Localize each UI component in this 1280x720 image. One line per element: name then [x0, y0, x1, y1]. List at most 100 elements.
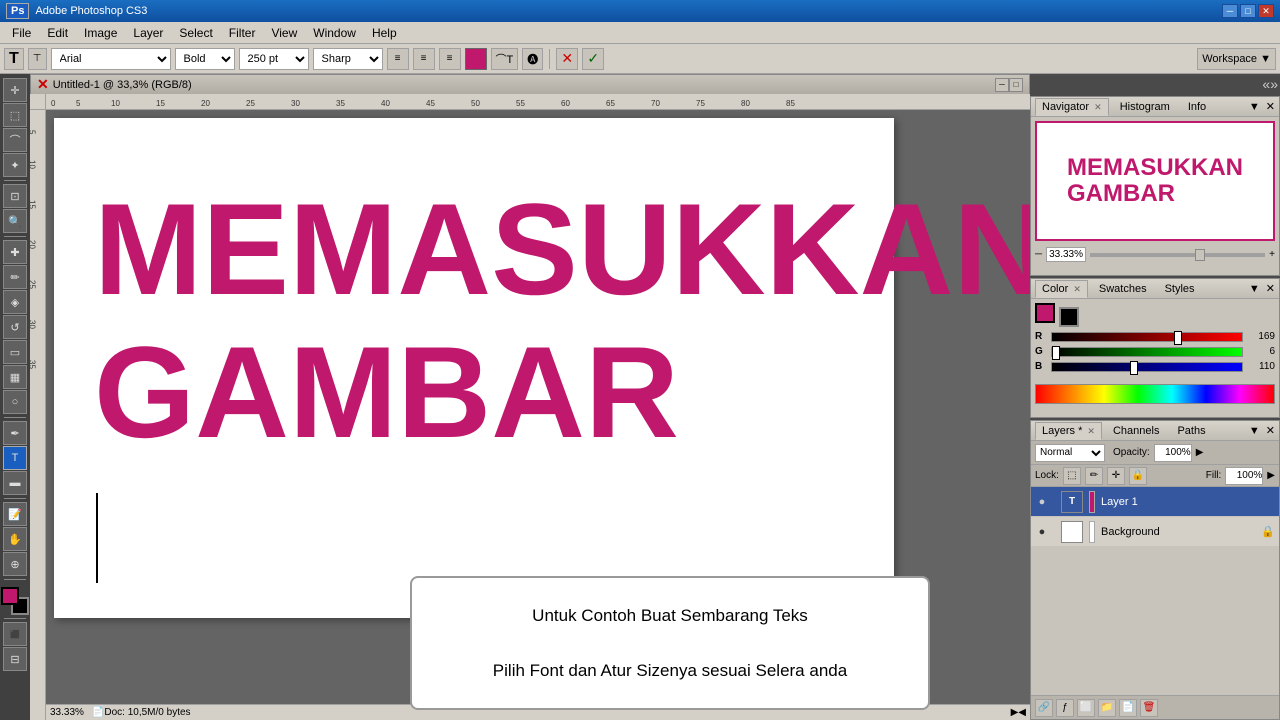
eyedropper-tool[interactable]: 🔍: [3, 209, 27, 233]
doc-close-icon[interactable]: ✕: [37, 76, 49, 93]
lock-transparent-button[interactable]: ⬚: [1063, 467, 1081, 485]
clone-stamp-tool[interactable]: ◈: [3, 290, 27, 314]
canvas-text[interactable]: MEMASUKKAN GAMBAR: [94, 178, 1030, 464]
lock-all-button[interactable]: 🔒: [1129, 467, 1147, 485]
blend-mode-select[interactable]: Normal: [1035, 444, 1105, 462]
zoom-value[interactable]: 33.33%: [1046, 247, 1086, 262]
layer-row-layer1[interactable]: ● T Layer 1: [1031, 487, 1279, 517]
text-tool[interactable]: T: [3, 446, 27, 470]
background-visibility-icon[interactable]: ●: [1035, 525, 1049, 539]
text-color-swatch[interactable]: [465, 48, 487, 70]
menu-view[interactable]: View: [263, 24, 305, 42]
lasso-tool[interactable]: ⌒: [3, 128, 27, 152]
tab-histogram[interactable]: Histogram: [1113, 98, 1177, 116]
font-family-select[interactable]: Arial: [51, 48, 171, 70]
layer-row-background[interactable]: ● Background 🔒: [1031, 517, 1279, 547]
layers-panel-menu-icon[interactable]: ▼: [1249, 425, 1260, 437]
layers-panel-close-icon[interactable]: ✕: [1266, 424, 1275, 437]
dodge-tool[interactable]: ○: [3, 390, 27, 414]
tab-color[interactable]: Color ✕: [1035, 280, 1088, 298]
layer1-visibility-icon[interactable]: ●: [1035, 495, 1049, 509]
foreground-color[interactable]: [1, 587, 19, 605]
doc-minimize-button[interactable]: ─: [995, 78, 1009, 92]
status-arrow[interactable]: ▶: [1011, 707, 1019, 718]
tab-layers[interactable]: Layers * ✕: [1035, 422, 1102, 440]
pen-tool[interactable]: ✒: [3, 421, 27, 445]
screen-mode-button[interactable]: ⊟: [3, 647, 27, 671]
align-right-button[interactable]: ≡: [439, 48, 461, 70]
collapse-all-icon[interactable]: «: [1262, 76, 1270, 92]
history-brush-tool[interactable]: ↺: [3, 315, 27, 339]
menu-help[interactable]: Help: [364, 24, 405, 42]
new-group-button[interactable]: 📁: [1098, 699, 1116, 717]
tab-info[interactable]: Info: [1181, 98, 1213, 116]
color-panel-close-icon[interactable]: ✕: [1266, 282, 1275, 295]
gradient-tool[interactable]: ▦: [3, 365, 27, 389]
add-style-button[interactable]: ƒ: [1056, 699, 1074, 717]
menu-window[interactable]: Window: [305, 24, 364, 42]
menu-image[interactable]: Image: [76, 24, 125, 42]
nav-panel-close-icon[interactable]: ✕: [1266, 100, 1275, 113]
quick-mask-button[interactable]: ⬛: [3, 622, 27, 646]
foreground-color-chip[interactable]: [1035, 303, 1055, 323]
r-slider[interactable]: [1051, 332, 1243, 342]
menu-edit[interactable]: Edit: [39, 24, 76, 42]
lock-pixels-button[interactable]: ✏: [1085, 467, 1103, 485]
marquee-tool[interactable]: ⬚: [3, 103, 27, 127]
opacity-input[interactable]: [1154, 444, 1192, 462]
r-slider-thumb[interactable]: [1174, 331, 1182, 345]
add-mask-button[interactable]: ⬜: [1077, 699, 1095, 717]
tab-styles[interactable]: Styles: [1158, 280, 1202, 298]
minimize-button[interactable]: ─: [1222, 4, 1238, 18]
fill-arrow[interactable]: ▶: [1267, 470, 1275, 481]
character-panel-button[interactable]: 🅐: [522, 48, 543, 70]
tab-paths[interactable]: Paths: [1170, 422, 1212, 440]
b-slider[interactable]: [1051, 362, 1243, 372]
g-slider[interactable]: [1051, 347, 1243, 357]
font-size-select[interactable]: 250 pt: [239, 48, 309, 70]
doc-maximize-button[interactable]: □: [1009, 78, 1023, 92]
align-center-button[interactable]: ≡: [413, 48, 435, 70]
hand-tool[interactable]: ✋: [3, 527, 27, 551]
tab-navigator[interactable]: Navigator ✕: [1035, 98, 1109, 116]
menu-select[interactable]: Select: [171, 24, 220, 42]
crop-tool[interactable]: ⊡: [3, 184, 27, 208]
font-style-select[interactable]: Bold: [175, 48, 235, 70]
spot-heal-tool[interactable]: ✚: [3, 240, 27, 264]
color-spectrum[interactable]: [1035, 384, 1275, 404]
new-layer-button[interactable]: 📄: [1119, 699, 1137, 717]
zoom-tool[interactable]: ⊕: [3, 552, 27, 576]
move-tool[interactable]: ✛: [3, 78, 27, 102]
shape-tool[interactable]: ▬: [3, 471, 27, 495]
menu-layer[interactable]: Layer: [125, 24, 171, 42]
lock-position-button[interactable]: ✛: [1107, 467, 1125, 485]
antialiasing-select[interactable]: Sharp: [313, 48, 383, 70]
g-slider-thumb[interactable]: [1052, 346, 1060, 360]
nav-panel-menu-icon[interactable]: ▼: [1249, 101, 1260, 113]
cancel-button[interactable]: ✕: [556, 48, 578, 70]
color-panel-menu-icon[interactable]: ▼: [1249, 283, 1260, 295]
expand-all-icon[interactable]: »: [1270, 76, 1278, 92]
menu-file[interactable]: File: [4, 24, 39, 42]
text-warp-button[interactable]: ⊤: [28, 48, 47, 70]
status-back-arrow[interactable]: ◀: [1018, 707, 1026, 718]
eraser-tool[interactable]: ▭: [3, 340, 27, 364]
zoom-in-icon[interactable]: +: [1269, 249, 1275, 260]
maximize-button[interactable]: □: [1240, 4, 1256, 18]
magic-wand-tool[interactable]: ✦: [3, 153, 27, 177]
close-button[interactable]: ✕: [1258, 4, 1274, 18]
notes-tool[interactable]: 📝: [3, 502, 27, 526]
zoom-slider[interactable]: [1090, 253, 1265, 257]
workspace-button[interactable]: Workspace ▼: [1197, 48, 1276, 70]
warp-text-button[interactable]: ⌒T: [491, 48, 519, 70]
b-slider-thumb[interactable]: [1130, 361, 1138, 375]
background-color-chip[interactable]: [1059, 307, 1079, 327]
fill-input[interactable]: [1225, 467, 1263, 485]
align-left-button[interactable]: ≡: [387, 48, 409, 70]
tab-channels[interactable]: Channels: [1106, 422, 1166, 440]
zoom-out-icon[interactable]: ─: [1035, 249, 1042, 260]
brush-tool[interactable]: ✏: [3, 265, 27, 289]
delete-layer-button[interactable]: 🗑: [1140, 699, 1158, 717]
link-layers-button[interactable]: 🔗: [1035, 699, 1053, 717]
tab-swatches[interactable]: Swatches: [1092, 280, 1154, 298]
